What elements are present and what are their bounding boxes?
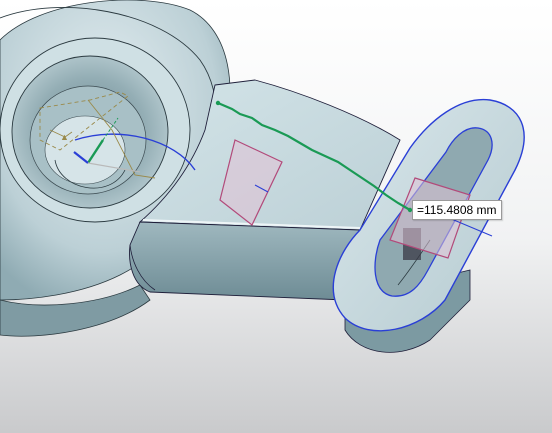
svg-text:▲: ▲ xyxy=(60,132,69,142)
measurement-label[interactable]: =115.4808 mm xyxy=(412,200,502,220)
graphics-viewport[interactable]: ▲ =115.4808 mm xyxy=(0,0,552,433)
